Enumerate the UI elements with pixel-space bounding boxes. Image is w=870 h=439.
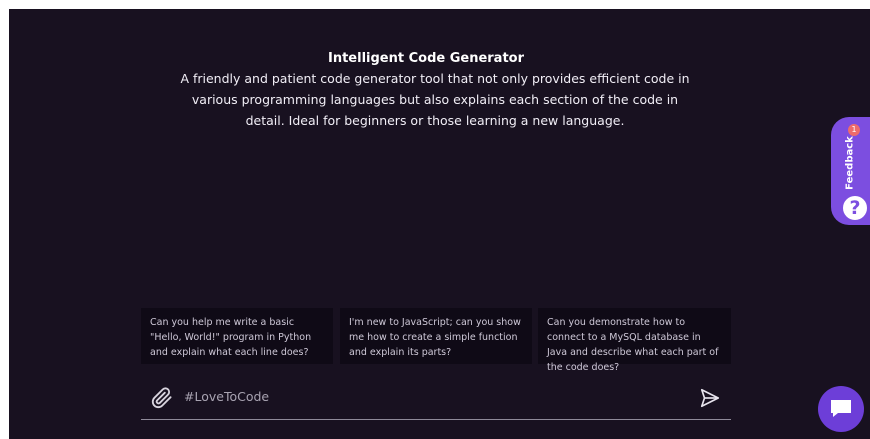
chat-widget-button[interactable] [818, 386, 864, 432]
paperclip-icon[interactable] [151, 387, 173, 409]
page-title: Intelligent Code Generator [327, 51, 525, 66]
chat-bubble-icon [831, 400, 851, 417]
send-icon[interactable] [699, 387, 721, 409]
suggestion-card-java-mysql[interactable]: Can you demonstrate how to connect to a … [538, 308, 731, 373]
suggestion-card-javascript[interactable]: I'm new to JavaScript; can you show me h… [340, 308, 532, 364]
message-input[interactable] [184, 389, 664, 404]
help-icon[interactable]: ? [841, 194, 869, 222]
feedback-label: Feedback [844, 136, 856, 190]
notification-badge: 1 [848, 124, 860, 136]
page-description: A friendly and patient code generator to… [180, 71, 690, 128]
feedback-label-wrap: Feedback [842, 131, 858, 195]
message-composer [141, 378, 731, 420]
suggestion-card-python[interactable]: Can you help me write a basic "Hello, Wo… [141, 308, 333, 364]
